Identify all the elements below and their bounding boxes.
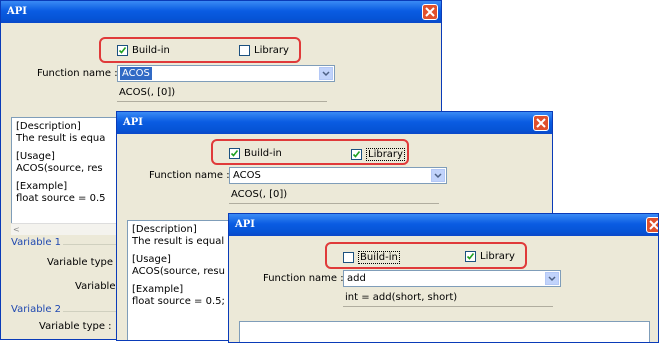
function-name-value: ACOS: [120, 67, 152, 80]
title-bar[interactable]: API: [117, 112, 552, 134]
api-window-3: API Build-in Library Function name : add…: [228, 213, 659, 343]
description-line: ACOS(source, res: [16, 163, 103, 174]
chevron-down-icon: [322, 71, 330, 77]
signature-underline: [229, 203, 439, 204]
description-line: [Description]: [132, 224, 197, 235]
function-signature: ACOS(, [0]): [119, 87, 176, 98]
close-icon: [536, 118, 546, 128]
function-name-value: add: [347, 273, 366, 284]
description-line: float source = 0.5: [16, 193, 106, 204]
checkbox-box: [239, 45, 250, 56]
function-name-combo[interactable]: add: [343, 270, 561, 287]
function-name-label: Function name :: [37, 68, 118, 79]
variable-label: Variable :: [75, 281, 123, 292]
variable-1-group-label: Variable 1: [11, 237, 62, 248]
variable-type-label: Variable type :: [47, 257, 120, 268]
function-name-label: Function name :: [263, 273, 344, 284]
chevron-down-icon: [548, 276, 556, 282]
description-line: [Example]: [132, 284, 184, 295]
buildin-checkbox[interactable]: Build-in: [343, 251, 400, 264]
description-line: [Example]: [16, 181, 68, 192]
variable-2-group-label: Variable 2: [11, 304, 62, 315]
window-title: API: [123, 117, 143, 128]
library-label: Library: [254, 45, 289, 56]
library-label: Library: [480, 251, 515, 262]
group-divider: [63, 311, 123, 312]
function-name-combo[interactable]: ACOS: [117, 65, 335, 82]
function-signature: int = add(short, short): [345, 292, 458, 303]
library-label: Library: [366, 148, 405, 161]
window-title: API: [7, 6, 27, 17]
chevron-down-icon: [434, 173, 442, 179]
dropdown-button[interactable]: [319, 67, 333, 80]
library-checkbox[interactable]: Library: [351, 148, 405, 161]
check-icon: [352, 151, 361, 158]
buildin-label: Build-in: [132, 45, 170, 56]
close-icon: [649, 220, 658, 230]
horizontal-scrollbar[interactable]: <: [11, 223, 131, 235]
buildin-checkbox[interactable]: Build-in: [117, 45, 170, 56]
dropdown-button[interactable]: [431, 169, 445, 182]
description-line: [Description]: [16, 121, 81, 132]
description-line: [Usage]: [16, 151, 55, 162]
checkbox-box: [465, 251, 476, 262]
library-checkbox[interactable]: Library: [465, 251, 515, 262]
function-name-label: Function name :: [149, 170, 230, 181]
description-panel[interactable]: [Description] The result is equal [Usage…: [127, 220, 237, 340]
checkbox-box: [343, 252, 354, 263]
function-name-combo[interactable]: ACOS: [229, 167, 447, 184]
close-icon: [425, 7, 435, 17]
close-button[interactable]: [646, 217, 658, 233]
close-button[interactable]: [422, 4, 438, 20]
description-line: [Usage]: [132, 254, 171, 265]
description-panel[interactable]: [239, 321, 650, 342]
signature-underline: [117, 101, 327, 102]
check-icon: [230, 150, 239, 157]
scroll-left-icon[interactable]: <: [13, 225, 20, 234]
checkbox-box: [351, 149, 362, 160]
description-line: ACOS(source, resu: [132, 266, 225, 277]
signature-underline: [343, 306, 553, 307]
close-button[interactable]: [533, 115, 549, 131]
dropdown-button[interactable]: [545, 272, 559, 285]
window-title: API: [235, 219, 255, 230]
check-icon: [118, 47, 127, 54]
buildin-label: Build-in: [244, 148, 282, 159]
buildin-label: Build-in: [358, 251, 400, 264]
description-line: float source = 0.5;: [132, 296, 225, 307]
function-signature: ACOS(, [0]): [231, 189, 288, 200]
function-name-value: ACOS: [233, 170, 261, 181]
description-line: The result is equal: [132, 236, 225, 247]
group-divider: [63, 244, 123, 245]
buildin-checkbox[interactable]: Build-in: [229, 148, 282, 159]
description-line: The result is equa: [16, 133, 106, 144]
library-checkbox[interactable]: Library: [239, 45, 289, 56]
checkbox-box: [229, 148, 240, 159]
checkbox-box: [117, 45, 128, 56]
title-bar[interactable]: API: [229, 214, 658, 236]
check-icon: [466, 253, 475, 260]
description-panel[interactable]: [Description] The result is equa [Usage]…: [11, 117, 131, 235]
title-bar[interactable]: API: [1, 1, 441, 23]
